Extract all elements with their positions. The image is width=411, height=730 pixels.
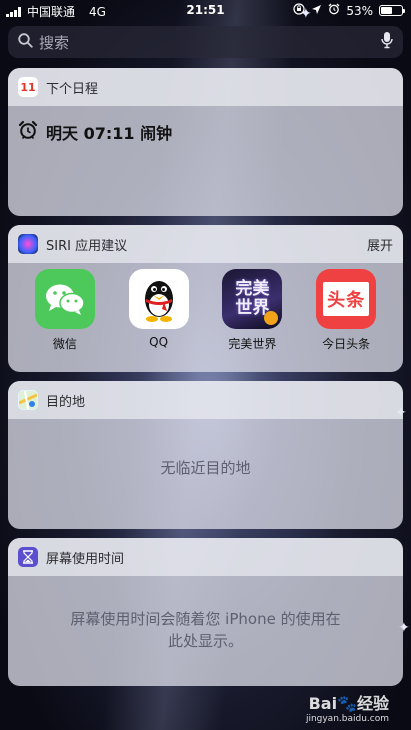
location-icon: [311, 4, 322, 18]
app-wechat[interactable]: 微信: [25, 269, 105, 352]
siri-icon: [18, 234, 38, 254]
message-line: 屏幕使用时间会随着您 iPhone 的使用在: [70, 610, 341, 628]
widget-title: SIRI 应用建议: [46, 238, 128, 254]
widget-header: 11 下个日程: [8, 68, 403, 106]
message-line: 此处显示。: [167, 632, 243, 650]
hourglass-icon: [18, 547, 38, 567]
search-placeholder: 搜索: [39, 33, 70, 52]
calendar-date-number: 11: [20, 80, 36, 94]
alarm-clock-icon: [18, 120, 38, 144]
destinations-widget[interactable]: 目的地 无临近目的地: [8, 381, 403, 529]
lock-rotation-icon: [293, 3, 305, 18]
paw-icon: 🐾: [337, 694, 357, 713]
search-bar[interactable]: 搜索: [8, 26, 403, 58]
expand-button[interactable]: 展开: [367, 235, 393, 254]
baidu-watermark: Bai🐾经验 jingyan.baidu.com: [306, 690, 389, 724]
widget-header: SIRI 应用建议 展开: [8, 225, 403, 263]
toutiao-icon: 头条: [316, 269, 377, 329]
app-label: 今日头条: [322, 337, 371, 351]
widget-title: 屏幕使用时间: [46, 551, 125, 567]
screen-time-message: 屏幕使用时间会随着您 iPhone 的使用在 此处显示。: [8, 576, 403, 652]
app-toutiao[interactable]: 头条 今日头条: [306, 269, 386, 352]
watermark-url: jingyan.baidu.com: [305, 714, 389, 724]
widget-header: 屏幕使用时间: [8, 538, 403, 576]
calendar-widget[interactable]: 11 下个日程 明天 07:11 闹钟: [8, 68, 403, 216]
perfect-world-game-icon: 完美世界: [222, 269, 283, 329]
watermark-brand: Bai: [308, 694, 338, 713]
watermark-brand-suffix: 经验: [356, 694, 389, 713]
no-destinations-message: 无临近目的地: [160, 459, 251, 477]
battery-icon: [379, 5, 405, 16]
wechat-icon: [34, 269, 95, 329]
game-badge-icon: [264, 311, 279, 325]
siri-suggestions-widget: SIRI 应用建议 展开 微信 QQ 完美世界 完美世界 头条 今日头条: [8, 225, 403, 372]
maps-icon: [18, 390, 38, 410]
screen-time-widget[interactable]: 屏幕使用时间 屏幕使用时间会随着您 iPhone 的使用在 此处显示。: [8, 538, 403, 686]
calendar-icon: 11: [18, 77, 38, 97]
qq-penguin-icon: [128, 269, 189, 329]
microphone-icon[interactable]: [381, 31, 393, 53]
app-qq[interactable]: QQ: [119, 269, 199, 352]
widget-header: 目的地: [8, 381, 403, 419]
alarm-text: 明天 07:11 闹钟: [46, 124, 173, 143]
widget-title: 目的地: [46, 394, 86, 410]
widget-title: 下个日程: [46, 81, 99, 97]
app-label: 微信: [52, 337, 77, 351]
alarm-icon: [328, 3, 340, 18]
status-bar: 中国联通 4G 21:51 53%: [0, 0, 411, 22]
app-perfect-world[interactable]: 完美世界 完美世界: [212, 269, 292, 352]
alarm-event[interactable]: 明天 07:11 闹钟: [8, 106, 403, 158]
app-label: QQ: [149, 335, 169, 349]
toutiao-art-text: 头条: [323, 282, 370, 316]
app-suggestions: 微信 QQ 完美世界 完美世界 头条 今日头条: [8, 263, 403, 352]
battery-percent: 53%: [346, 3, 373, 18]
search-icon: [18, 32, 33, 52]
app-label: 完美世界: [228, 337, 277, 351]
